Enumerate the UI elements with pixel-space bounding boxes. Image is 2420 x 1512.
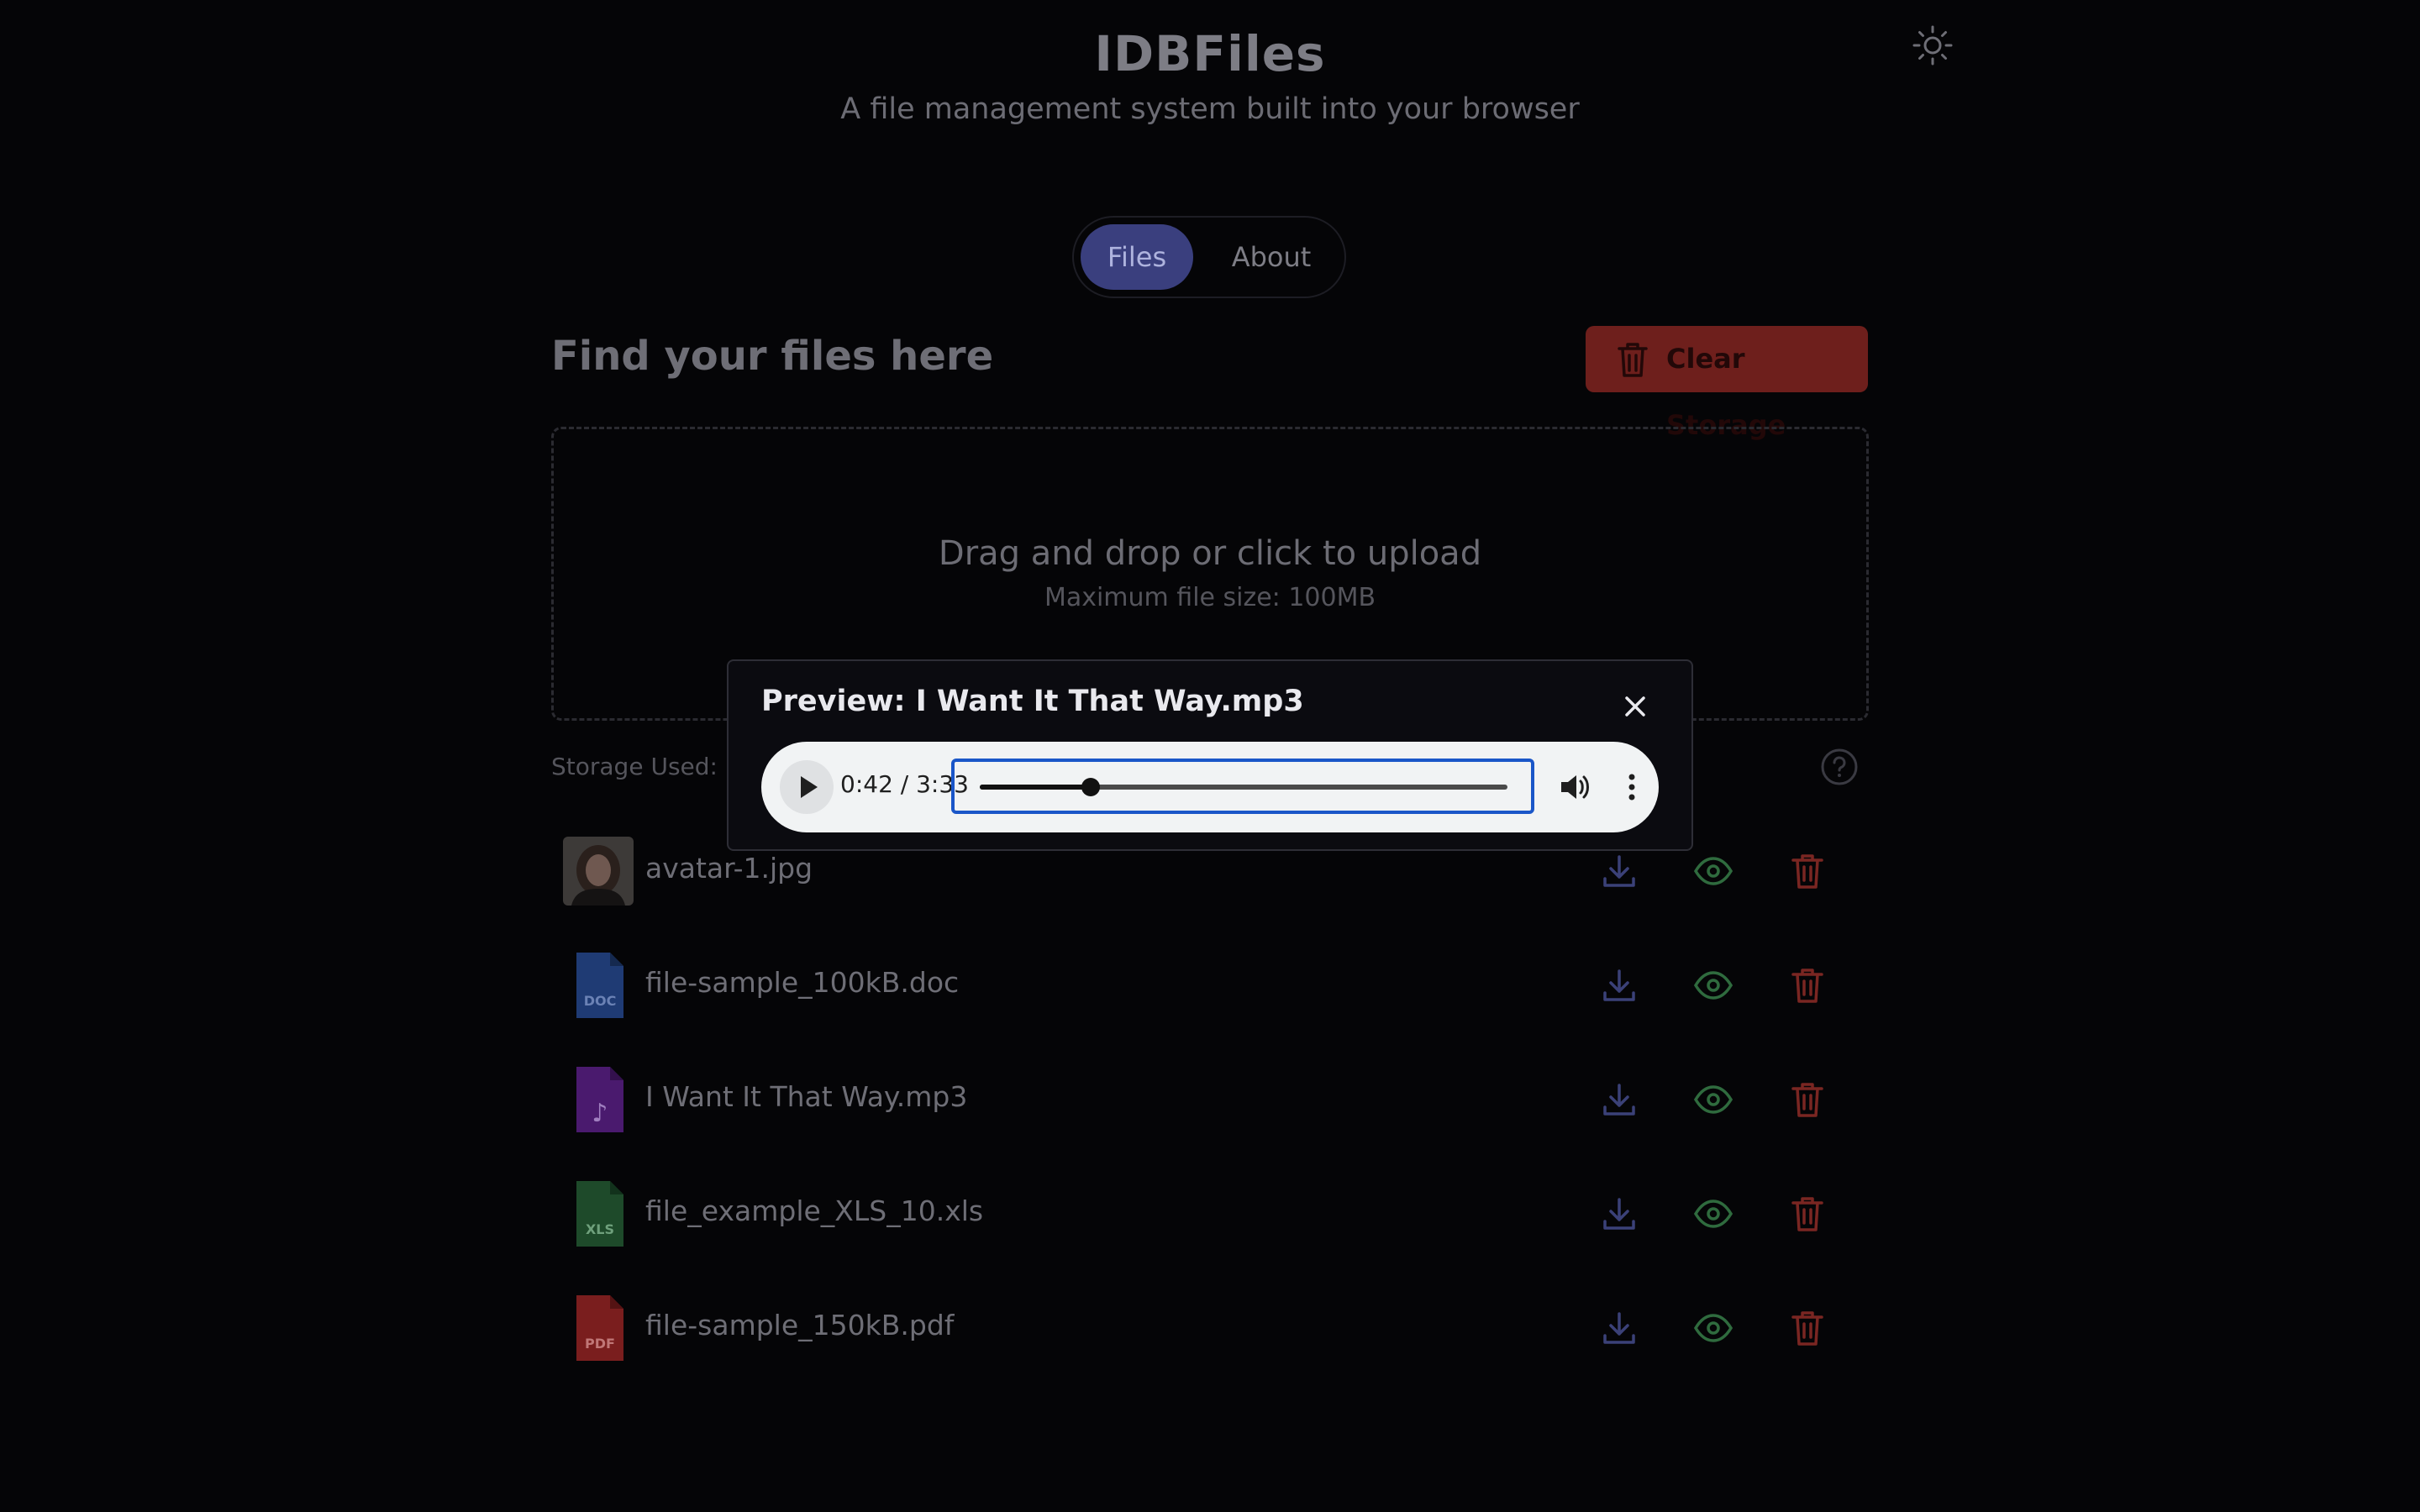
play-button[interactable] [780,760,834,814]
audio-player[interactable]: 0:42 / 3:33 [761,742,1659,832]
volume-icon[interactable] [1556,769,1593,806]
eye-icon[interactable] [1692,1079,1734,1121]
trash-icon[interactable] [1786,1079,1828,1121]
image-thumbnail [563,837,634,906]
file-row[interactable]: XLS file_example_XLS_10.xls [551,1171,1869,1255]
app-title: IDBFiles [1094,25,1326,82]
trash-icon [1618,343,1648,377]
eye-icon[interactable] [1692,850,1734,892]
seek-slider[interactable] [951,759,1534,814]
play-icon [801,776,818,798]
playback-time: 0:42 / 3:33 [840,770,969,798]
download-icon[interactable] [1598,850,1640,892]
file-badge: XLS [586,1221,614,1237]
doc-file-icon: DOC [576,953,623,1018]
section-heading: Find your files here [551,333,994,380]
dropzone-subtitle: Maximum file size: 100MB [1044,583,1376,612]
file-row[interactable]: PDF file-sample_150kB.pdf [551,1285,1869,1369]
file-name: avatar-1.jpg [645,852,813,885]
audio-file-icon: ♪ [576,1067,623,1132]
storage-used-label: Storage Used: 3 [551,753,740,780]
download-icon[interactable] [1598,1307,1640,1349]
trash-icon[interactable] [1786,964,1828,1006]
file-name: file-sample_150kB.pdf [645,1309,955,1341]
trash-icon[interactable] [1786,1307,1828,1349]
seek-handle[interactable] [1081,778,1100,796]
file-name: I Want It That Way.mp3 [645,1080,968,1113]
pdf-file-icon: PDF [576,1295,623,1361]
tab-files[interactable]: Files [1081,224,1193,290]
eye-icon[interactable] [1692,1307,1734,1349]
tab-bar: Files About [1072,216,1346,298]
eye-icon[interactable] [1692,964,1734,1006]
close-icon[interactable] [1618,690,1652,723]
download-icon[interactable] [1598,1193,1640,1235]
clear-storage-button[interactable]: Clear Storage [1586,326,1868,441]
dropzone-title: Drag and drop or click to upload [938,534,1482,573]
file-badge: PDF [585,1336,615,1352]
modal-title: Preview: I Want It That Way.mp3 [761,685,1304,718]
seek-track[interactable] [980,778,1507,796]
app-subtitle: A file management system built into your… [840,92,1580,126]
trash-icon[interactable] [1786,1193,1828,1235]
preview-modal: Preview: I Want It That Way.mp3 0:42 / 3… [727,659,1693,851]
file-badge: DOC [584,993,617,1009]
file-badge: ♪ [592,1099,608,1128]
file-row[interactable]: ♪ I Want It That Way.mp3 [551,1057,1869,1141]
file-row[interactable]: DOC file-sample_100kB.doc [551,942,1869,1026]
xls-file-icon: XLS [576,1181,623,1247]
file-name: file-sample_100kB.doc [645,966,960,999]
more-options-icon[interactable] [1613,769,1650,806]
download-icon[interactable] [1598,1079,1640,1121]
eye-icon[interactable] [1692,1193,1734,1235]
trash-icon[interactable] [1786,850,1828,892]
sun-icon[interactable] [1909,22,1956,69]
help-icon[interactable] [1820,748,1859,786]
tab-about[interactable]: About [1208,224,1334,290]
download-icon[interactable] [1598,964,1640,1006]
seek-progress [980,785,1091,790]
file-name: file_example_XLS_10.xls [645,1194,984,1227]
